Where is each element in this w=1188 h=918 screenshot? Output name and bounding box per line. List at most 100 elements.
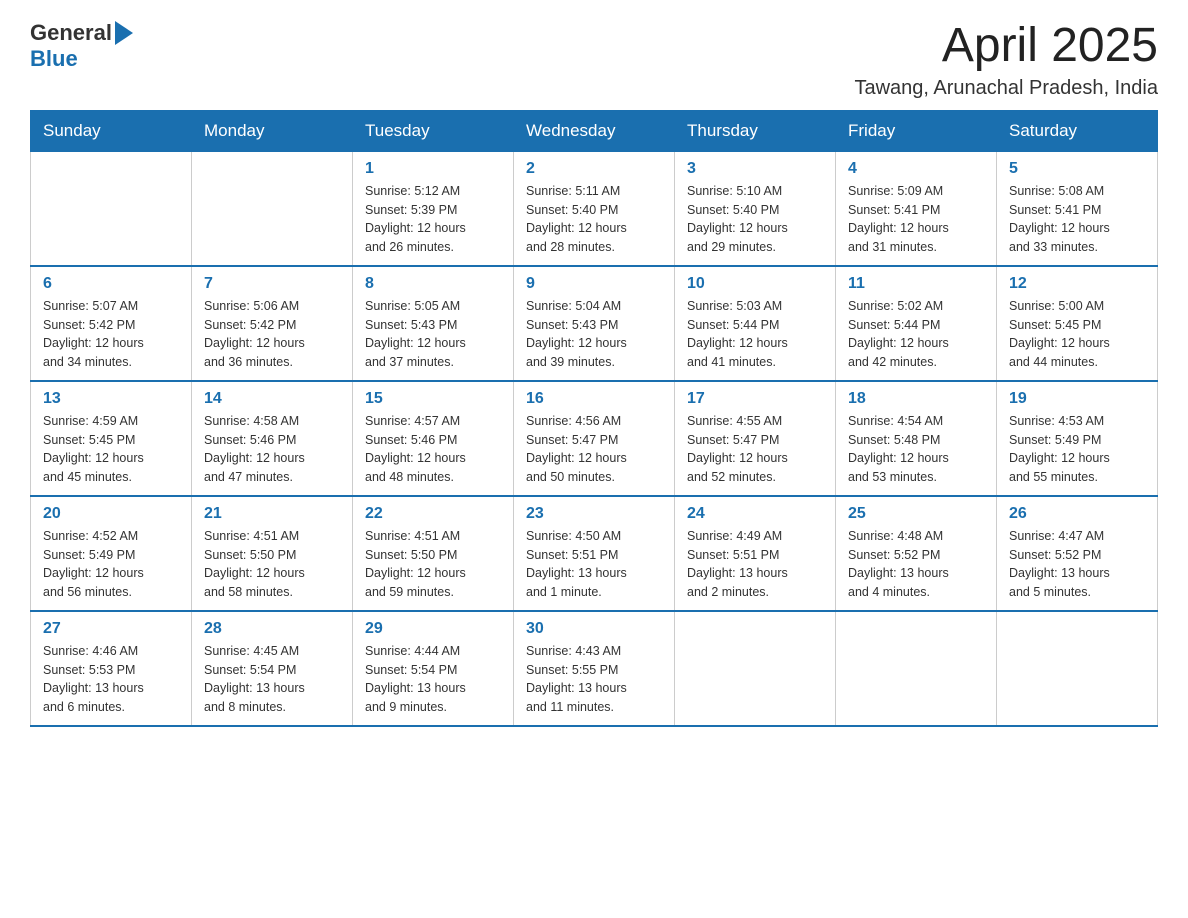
day-info: Sunrise: 5:03 AM Sunset: 5:44 PM Dayligh…: [687, 297, 823, 372]
calendar-cell: 19 Sunrise: 4:53 AM Sunset: 5:49 PM Dayli…: [997, 381, 1158, 496]
day-number: 4: [848, 160, 984, 178]
day-of-week-header: Sunday: [31, 110, 192, 151]
day-info: Sunrise: 5:06 AM Sunset: 5:42 PM Dayligh…: [204, 297, 340, 372]
calendar-cell: 21Sunrise: 4:51 AM Sunset: 5:50 PM Dayli…: [192, 496, 353, 611]
calendar-cell: [836, 611, 997, 726]
calendar-week-row: 27 Sunrise: 4:46 AM Sunset: 5:53 PM Dayli…: [31, 611, 1158, 726]
calendar-cell: 24Sunrise: 4:49 AM Sunset: 5:51 PM Dayli…: [675, 496, 836, 611]
day-info: Sunrise: 4:48 AM Sunset: 5:52 PM Dayligh…: [848, 527, 984, 602]
day-number: 19: [1009, 390, 1145, 408]
day-info: Sunrise: 4:58 AM Sunset: 5:46 PM Dayligh…: [204, 412, 340, 487]
calendar-week-row: 13 Sunrise: 4:59 AM Sunset: 5:45 PM Dayli…: [31, 381, 1158, 496]
day-of-week-header: Tuesday: [353, 110, 514, 151]
month-year-title: April 2025: [854, 20, 1158, 73]
calendar-cell: 13 Sunrise: 4:59 AM Sunset: 5:45 PM Dayli…: [31, 381, 192, 496]
day-number: 30: [526, 620, 662, 638]
calendar-cell: 20 Sunrise: 4:52 AM Sunset: 5:49 PM Dayli…: [31, 496, 192, 611]
calendar-cell: 10 Sunrise: 5:03 AM Sunset: 5:44 PM Dayli…: [675, 266, 836, 381]
day-number: 6: [43, 275, 179, 293]
header-title-section: April 2025 Tawang, Arunachal Pradesh, In…: [854, 20, 1158, 100]
day-number: 26: [1009, 505, 1145, 523]
calendar-cell: 25Sunrise: 4:48 AM Sunset: 5:52 PM Dayli…: [836, 496, 997, 611]
calendar-cell: 2 Sunrise: 5:11 AM Sunset: 5:40 PM Daylig…: [514, 151, 675, 266]
day-info: Sunrise: 5:02 AM Sunset: 5:44 PM Dayligh…: [848, 297, 984, 372]
calendar-cell: 5 Sunrise: 5:08 AM Sunset: 5:41 PM Daylig…: [997, 151, 1158, 266]
day-of-week-header: Saturday: [997, 110, 1158, 151]
calendar-cell: 1Sunrise: 5:12 AM Sunset: 5:39 PM Daylig…: [353, 151, 514, 266]
calendar-table: SundayMondayTuesdayWednesdayThursdayFrid…: [30, 110, 1158, 727]
day-info: Sunrise: 4:43 AM Sunset: 5:55 PM Dayligh…: [526, 642, 662, 717]
calendar-cell: 15 Sunrise: 4:57 AM Sunset: 5:46 PM Dayli…: [353, 381, 514, 496]
calendar-header-row: SundayMondayTuesdayWednesdayThursdayFrid…: [31, 110, 1158, 151]
calendar-week-row: 20 Sunrise: 4:52 AM Sunset: 5:49 PM Dayli…: [31, 496, 1158, 611]
calendar-cell: 8 Sunrise: 5:05 AM Sunset: 5:43 PM Daylig…: [353, 266, 514, 381]
day-number: 15: [365, 390, 501, 408]
day-number: 20: [43, 505, 179, 523]
day-info: Sunrise: 5:10 AM Sunset: 5:40 PM Dayligh…: [687, 182, 823, 257]
logo-general-text: General: [30, 20, 112, 46]
day-info: Sunrise: 5:00 AM Sunset: 5:45 PM Dayligh…: [1009, 297, 1145, 372]
day-number: 13: [43, 390, 179, 408]
calendar-cell: 29 Sunrise: 4:44 AM Sunset: 5:54 PM Dayli…: [353, 611, 514, 726]
day-number: 16: [526, 390, 662, 408]
day-info: Sunrise: 4:47 AM Sunset: 5:52 PM Dayligh…: [1009, 527, 1145, 602]
calendar-cell: 7 Sunrise: 5:06 AM Sunset: 5:42 PM Daylig…: [192, 266, 353, 381]
calendar-cell: [997, 611, 1158, 726]
day-info: Sunrise: 4:45 AM Sunset: 5:54 PM Dayligh…: [204, 642, 340, 717]
calendar-cell: 28 Sunrise: 4:45 AM Sunset: 5:54 PM Dayli…: [192, 611, 353, 726]
day-info: Sunrise: 4:44 AM Sunset: 5:54 PM Dayligh…: [365, 642, 501, 717]
day-info: Sunrise: 4:56 AM Sunset: 5:47 PM Dayligh…: [526, 412, 662, 487]
day-info: Sunrise: 5:08 AM Sunset: 5:41 PM Dayligh…: [1009, 182, 1145, 257]
calendar-cell: 27 Sunrise: 4:46 AM Sunset: 5:53 PM Dayli…: [31, 611, 192, 726]
calendar-cell: 14 Sunrise: 4:58 AM Sunset: 5:46 PM Dayli…: [192, 381, 353, 496]
day-info: Sunrise: 4:50 AM Sunset: 5:51 PM Dayligh…: [526, 527, 662, 602]
day-number: 12: [1009, 275, 1145, 293]
day-number: 5: [1009, 160, 1145, 178]
day-number: 17: [687, 390, 823, 408]
day-number: 3: [687, 160, 823, 178]
calendar-cell: 9 Sunrise: 5:04 AM Sunset: 5:43 PM Daylig…: [514, 266, 675, 381]
calendar-cell: 26 Sunrise: 4:47 AM Sunset: 5:52 PM Dayli…: [997, 496, 1158, 611]
day-info: Sunrise: 5:09 AM Sunset: 5:41 PM Dayligh…: [848, 182, 984, 257]
calendar-cell: 16 Sunrise: 4:56 AM Sunset: 5:47 PM Dayli…: [514, 381, 675, 496]
logo-triangle-icon: [115, 21, 133, 45]
day-number: 7: [204, 275, 340, 293]
calendar-cell: 11Sunrise: 5:02 AM Sunset: 5:44 PM Dayli…: [836, 266, 997, 381]
day-info: Sunrise: 4:46 AM Sunset: 5:53 PM Dayligh…: [43, 642, 179, 717]
day-info: Sunrise: 4:51 AM Sunset: 5:50 PM Dayligh…: [365, 527, 501, 602]
calendar-cell: 18 Sunrise: 4:54 AM Sunset: 5:48 PM Dayli…: [836, 381, 997, 496]
day-number: 14: [204, 390, 340, 408]
day-info: Sunrise: 4:53 AM Sunset: 5:49 PM Dayligh…: [1009, 412, 1145, 487]
day-info: Sunrise: 4:49 AM Sunset: 5:51 PM Dayligh…: [687, 527, 823, 602]
day-number: 9: [526, 275, 662, 293]
day-info: Sunrise: 4:59 AM Sunset: 5:45 PM Dayligh…: [43, 412, 179, 487]
location-subtitle: Tawang, Arunachal Pradesh, India: [854, 77, 1158, 100]
day-number: 29: [365, 620, 501, 638]
day-number: 8: [365, 275, 501, 293]
day-of-week-header: Wednesday: [514, 110, 675, 151]
day-number: 2: [526, 160, 662, 178]
day-of-week-header: Monday: [192, 110, 353, 151]
day-info: Sunrise: 4:52 AM Sunset: 5:49 PM Dayligh…: [43, 527, 179, 602]
day-of-week-header: Thursday: [675, 110, 836, 151]
calendar-cell: 30 Sunrise: 4:43 AM Sunset: 5:55 PM Dayli…: [514, 611, 675, 726]
calendar-cell: [31, 151, 192, 266]
day-number: 18: [848, 390, 984, 408]
day-number: 28: [204, 620, 340, 638]
calendar-cell: 12 Sunrise: 5:00 AM Sunset: 5:45 PM Dayli…: [997, 266, 1158, 381]
day-number: 10: [687, 275, 823, 293]
calendar-week-row: 6Sunrise: 5:07 AM Sunset: 5:42 PM Daylig…: [31, 266, 1158, 381]
logo: General Blue: [30, 20, 133, 72]
day-number: 27: [43, 620, 179, 638]
day-number: 21: [204, 505, 340, 523]
logo-blue-text: Blue: [30, 46, 78, 72]
calendar-cell: 22Sunrise: 4:51 AM Sunset: 5:50 PM Dayli…: [353, 496, 514, 611]
day-info: Sunrise: 5:05 AM Sunset: 5:43 PM Dayligh…: [365, 297, 501, 372]
calendar-cell: 4 Sunrise: 5:09 AM Sunset: 5:41 PM Daylig…: [836, 151, 997, 266]
day-info: Sunrise: 5:11 AM Sunset: 5:40 PM Dayligh…: [526, 182, 662, 257]
day-info: Sunrise: 4:54 AM Sunset: 5:48 PM Dayligh…: [848, 412, 984, 487]
calendar-cell: 17Sunrise: 4:55 AM Sunset: 5:47 PM Dayli…: [675, 381, 836, 496]
day-number: 1: [365, 160, 501, 178]
day-info: Sunrise: 5:04 AM Sunset: 5:43 PM Dayligh…: [526, 297, 662, 372]
day-info: Sunrise: 4:57 AM Sunset: 5:46 PM Dayligh…: [365, 412, 501, 487]
